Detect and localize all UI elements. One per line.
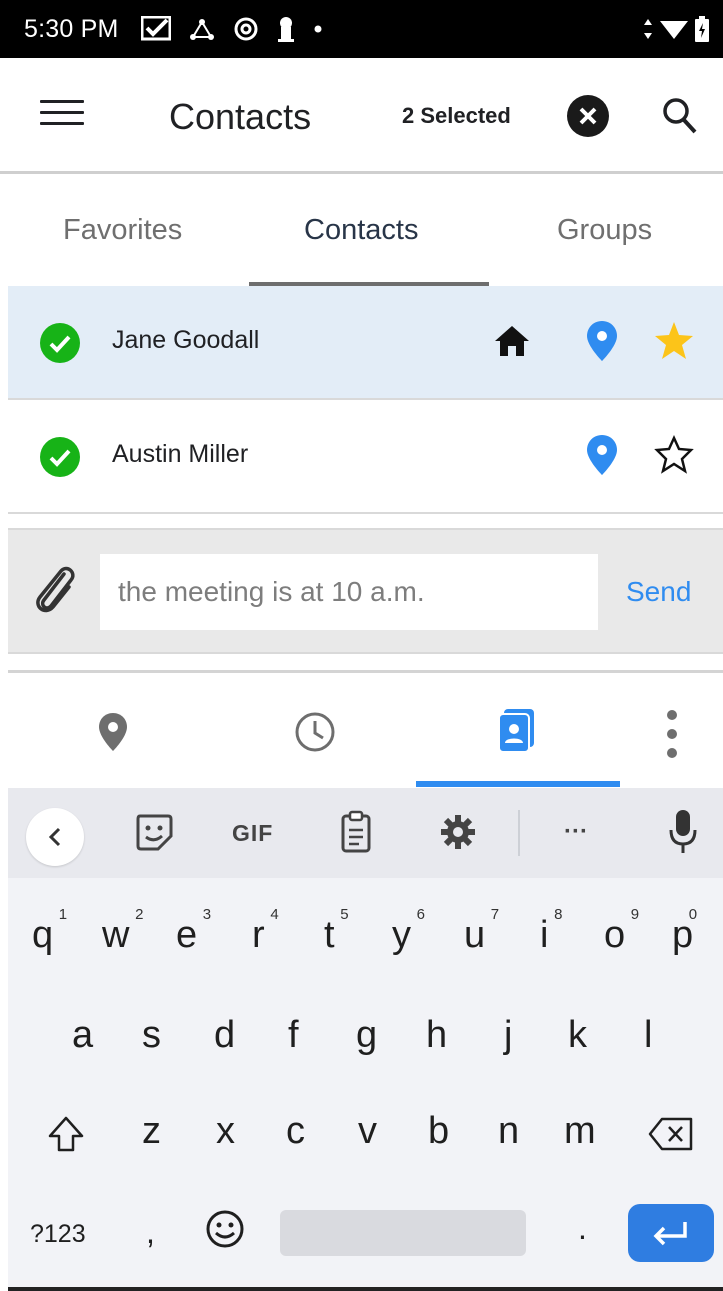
message-check-icon: [140, 16, 171, 41]
keyboard-toolbar: GIF ···: [8, 788, 723, 878]
tab-favorites[interactable]: Favorites: [63, 214, 182, 247]
clipboard-icon[interactable]: [340, 810, 372, 854]
key-n[interactable]: n: [498, 1110, 519, 1153]
keyboard: GIF ··· q1 w2 e3 r4 t5 y6 u7 i8 o9 p0 a …: [8, 788, 723, 1291]
key-q[interactable]: q1: [32, 906, 67, 957]
network-icon: [189, 19, 214, 40]
location-icon[interactable]: [96, 711, 130, 753]
send-button[interactable]: Send: [626, 576, 691, 608]
key-comma[interactable]: ,: [146, 1214, 155, 1251]
backspace-icon[interactable]: [648, 1116, 694, 1152]
gear-icon[interactable]: [438, 812, 478, 852]
status-bar: 5:30 PM: [0, 0, 723, 58]
search-icon[interactable]: [660, 94, 700, 138]
spacebar[interactable]: [280, 1210, 526, 1256]
dot-icon: [314, 25, 322, 33]
close-icon: [579, 107, 597, 125]
star-filled-icon[interactable]: [653, 320, 695, 362]
key-d[interactable]: d: [214, 1014, 235, 1057]
tab-groups[interactable]: Groups: [557, 214, 652, 247]
menu-icon[interactable]: [40, 100, 84, 132]
key-i[interactable]: i8: [540, 906, 562, 957]
bottom-edge: [8, 1287, 723, 1291]
message-input[interactable]: [100, 554, 598, 630]
key-b[interactable]: b: [428, 1110, 449, 1153]
status-notification-icons: [140, 15, 323, 43]
gif-button[interactable]: GIF: [232, 820, 273, 847]
contact-name: Jane Goodall: [112, 326, 260, 354]
home-icon[interactable]: [492, 321, 532, 361]
key-w[interactable]: w2: [102, 906, 143, 957]
more-options-button[interactable]: ···: [564, 818, 588, 846]
key-v[interactable]: v: [358, 1110, 377, 1153]
data-arrows-icon: [644, 19, 652, 39]
location-pin-icon[interactable]: [580, 318, 624, 364]
key-y[interactable]: y6: [392, 906, 425, 957]
star-outline-icon[interactable]: [653, 434, 695, 476]
sticker-icon[interactable]: [134, 812, 174, 852]
key-z[interactable]: z: [142, 1110, 161, 1153]
toolbar-divider: [518, 810, 520, 856]
key-o[interactable]: o9: [604, 906, 639, 957]
tab-contacts[interactable]: Contacts: [304, 214, 418, 247]
key-g[interactable]: g: [356, 1014, 377, 1057]
key-r[interactable]: r4: [252, 906, 279, 957]
checkmark-icon[interactable]: [40, 323, 80, 363]
nav-active-indicator: [416, 781, 620, 787]
wifi-icon: [660, 21, 688, 39]
chevron-left-icon: [48, 827, 61, 847]
key-f[interactable]: f: [288, 1014, 299, 1057]
checkmark-icon[interactable]: [40, 437, 80, 477]
key-c[interactable]: c: [286, 1110, 305, 1153]
clear-selection-button[interactable]: [567, 95, 609, 137]
symbols-key[interactable]: ?123: [30, 1220, 86, 1249]
key-h[interactable]: h: [426, 1014, 447, 1057]
key-a[interactable]: a: [72, 1014, 93, 1057]
keyhole-icon: [277, 17, 294, 42]
contact-row[interactable]: Austin Miller: [8, 400, 723, 514]
key-t[interactable]: t5: [324, 906, 349, 957]
key-e[interactable]: e3: [176, 906, 211, 957]
shift-icon[interactable]: [46, 1114, 86, 1154]
enter-button[interactable]: [628, 1204, 714, 1262]
microphone-icon[interactable]: [668, 808, 698, 856]
contacts-card-icon[interactable]: [496, 707, 538, 753]
selected-count: 2 Selected: [402, 103, 511, 128]
message-composer: Send: [8, 528, 723, 654]
key-period[interactable]: .: [578, 1210, 587, 1247]
key-l[interactable]: l: [644, 1014, 652, 1057]
battery-icon: [695, 16, 709, 42]
emoji-icon[interactable]: [204, 1208, 246, 1250]
key-p[interactable]: p0: [672, 906, 697, 957]
key-u[interactable]: u7: [464, 906, 499, 957]
status-time: 5:30 PM: [24, 14, 119, 43]
bottom-nav: [8, 670, 723, 788]
key-m[interactable]: m: [564, 1110, 596, 1153]
page-title: Contacts: [169, 96, 312, 137]
key-j[interactable]: j: [504, 1014, 512, 1057]
key-s[interactable]: s: [142, 1014, 161, 1057]
paperclip-icon[interactable]: [28, 560, 80, 620]
clock-icon[interactable]: [294, 711, 336, 753]
back-button[interactable]: [26, 808, 84, 866]
contact-name: Austin Miller: [112, 440, 249, 468]
enter-icon: [653, 1222, 687, 1246]
at-circle-icon: [234, 17, 258, 41]
key-x[interactable]: x: [216, 1110, 235, 1153]
tab-bar: Favorites Contacts Groups: [0, 174, 723, 286]
location-pin-icon[interactable]: [580, 432, 624, 478]
app-bar: Contacts 2 Selected: [0, 58, 723, 174]
more-vert-icon[interactable]: [664, 709, 680, 759]
key-k[interactable]: k: [568, 1014, 587, 1057]
contact-row[interactable]: Jane Goodall: [8, 286, 723, 400]
status-system-icons: [643, 16, 709, 42]
